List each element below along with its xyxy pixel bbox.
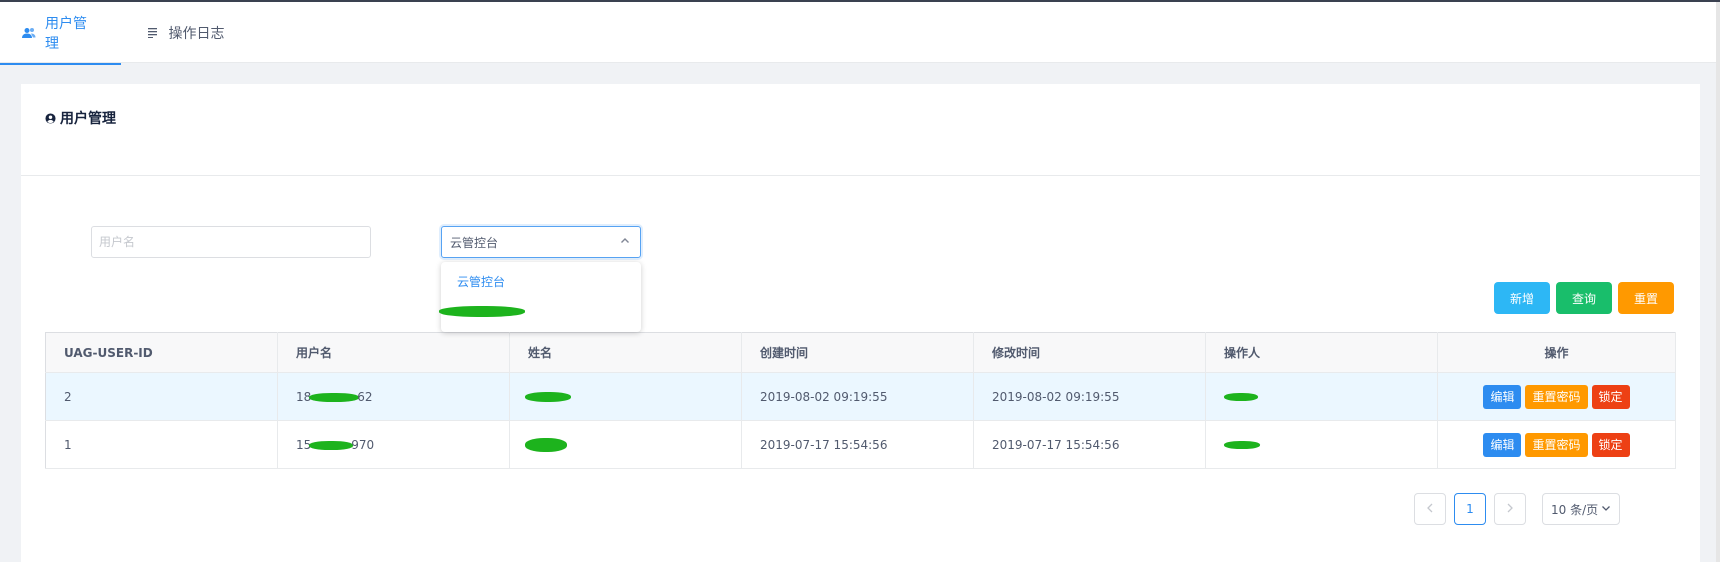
tab-label: 操作日志 bbox=[168, 25, 225, 42]
table-row[interactable]: 1 15 970 2019-07-17 15:54:56 2019-07-17 1… bbox=[45, 420, 1676, 469]
tab-label: 用户管理 bbox=[45, 15, 87, 52]
cell-created: 2019-07-17 15:54:56 bbox=[741, 420, 974, 469]
cell-id: 1 bbox=[45, 420, 278, 469]
query-button[interactable]: 查询 bbox=[1556, 282, 1612, 314]
system-select[interactable]: 云管控台 bbox=[441, 226, 641, 258]
cell-name bbox=[509, 372, 742, 421]
card-title: 用户管理 bbox=[45, 108, 116, 128]
add-button[interactable]: 新增 bbox=[1494, 282, 1550, 314]
page-size-value: 10 条/页 bbox=[1551, 502, 1599, 517]
column-header[interactable]: 创建时间 bbox=[741, 332, 974, 373]
tab-bar: 用户管理 操作日志 bbox=[0, 2, 1720, 65]
user-circle-icon bbox=[45, 112, 56, 124]
chevron-down-icon bbox=[1601, 503, 1611, 513]
edit-button[interactable]: 编辑 bbox=[1483, 432, 1522, 457]
next-page-button[interactable] bbox=[1494, 493, 1526, 525]
chevron-up-icon bbox=[620, 236, 630, 246]
redacted-mark bbox=[1224, 393, 1258, 401]
chevron-right-icon bbox=[1506, 502, 1514, 516]
reset-button[interactable]: 重置 bbox=[1618, 282, 1674, 314]
tab-operation-log[interactable]: 操作日志 bbox=[121, 2, 251, 63]
page-size-select[interactable]: 10 条/页 bbox=[1542, 493, 1620, 525]
cell-modified: 2019-07-17 15:54:56 bbox=[973, 420, 1206, 469]
redacted-mark bbox=[309, 392, 360, 402]
cell-operator bbox=[1205, 420, 1438, 469]
redacted-mark bbox=[1224, 441, 1260, 449]
reset-password-button[interactable]: 重置密码 bbox=[1525, 432, 1588, 457]
username-input[interactable] bbox=[91, 226, 371, 258]
redacted-mark bbox=[525, 392, 571, 402]
cell-modified: 2019-08-02 09:19:55 bbox=[973, 372, 1206, 421]
cell-username: 15 970 bbox=[277, 420, 510, 469]
cell-id: 2 bbox=[45, 372, 278, 421]
list-icon bbox=[147, 27, 160, 38]
tab-user-management[interactable]: 用户管理 bbox=[0, 2, 121, 65]
column-header[interactable]: 修改时间 bbox=[973, 332, 1206, 373]
username-suffix: 970 bbox=[351, 437, 375, 452]
column-header[interactable]: UAG-USER-ID bbox=[45, 332, 278, 373]
card-title-text: 用户管理 bbox=[60, 111, 116, 127]
cell-created: 2019-08-02 09:19:55 bbox=[741, 372, 974, 421]
lock-button[interactable]: 锁定 bbox=[1591, 384, 1630, 409]
lock-button[interactable]: 锁定 bbox=[1591, 432, 1630, 457]
system-select-dropdown: 云管控台 bbox=[439, 262, 641, 332]
prev-page-button[interactable] bbox=[1414, 493, 1446, 525]
redacted-mark bbox=[309, 440, 354, 450]
page-button-current[interactable]: 1 bbox=[1454, 493, 1486, 525]
table-row[interactable]: 2 18 62 2019-08-02 09:19:55 2019-08-02 09… bbox=[45, 372, 1676, 421]
cell-actions: 编辑 重置密码 锁定 bbox=[1437, 372, 1676, 421]
vertical-scrollbar[interactable] bbox=[1716, 2, 1720, 562]
cell-actions: 编辑 重置密码 锁定 bbox=[1437, 420, 1676, 469]
column-header: 操作 bbox=[1437, 332, 1676, 373]
chevron-left-icon bbox=[1426, 502, 1434, 516]
username-suffix: 62 bbox=[357, 389, 373, 404]
edit-button[interactable]: 编辑 bbox=[1483, 384, 1522, 409]
users-icon bbox=[22, 27, 36, 39]
user-table: UAG-USER-ID 用户名 姓名 创建时间 修改时间 操作人 操作 2 18… bbox=[45, 332, 1676, 469]
user-management-card: 用户管理 云管控台 云管控台 新增 查询 重置 UAG-USER-ID 用户名 … bbox=[21, 84, 1700, 562]
column-header[interactable]: 操作人 bbox=[1205, 332, 1438, 373]
reset-password-button[interactable]: 重置密码 bbox=[1525, 384, 1588, 409]
card-header: 用户管理 bbox=[21, 84, 1700, 176]
column-header[interactable]: 姓名 bbox=[509, 332, 742, 373]
system-select-value: 云管控台 bbox=[450, 235, 499, 250]
cell-name bbox=[509, 420, 742, 469]
table-header-row: UAG-USER-ID 用户名 姓名 创建时间 修改时间 操作人 操作 bbox=[45, 332, 1676, 373]
cell-username: 18 62 bbox=[277, 372, 510, 421]
dropdown-option-redacted[interactable] bbox=[439, 297, 641, 327]
redacted-mark bbox=[439, 306, 525, 317]
redacted-mark bbox=[525, 437, 567, 452]
cell-operator bbox=[1205, 372, 1438, 421]
column-header[interactable]: 用户名 bbox=[277, 332, 510, 373]
dropdown-option[interactable]: 云管控台 bbox=[441, 267, 641, 297]
